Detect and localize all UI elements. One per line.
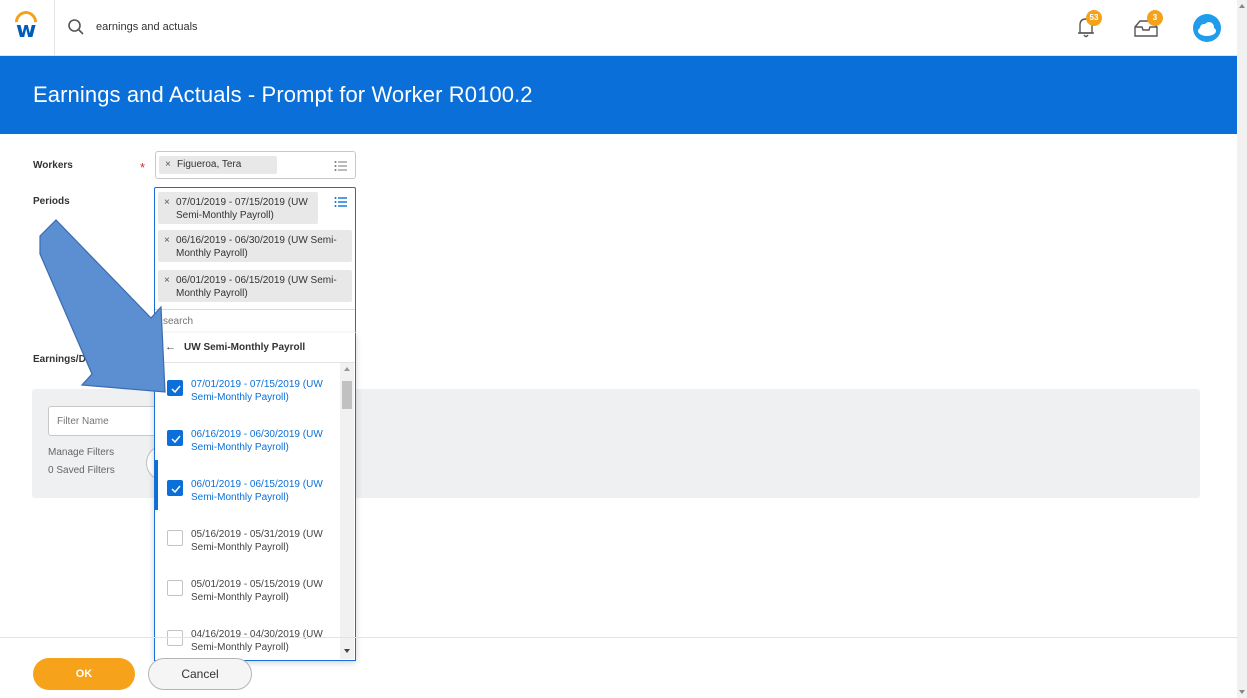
remove-period-icon[interactable]: ×	[164, 274, 170, 287]
required-indicator: *	[140, 160, 146, 175]
period-option[interactable]: 05/01/2019 - 05/15/2019 (UW Semi-Monthly…	[155, 570, 341, 620]
option-checkbox[interactable]	[167, 630, 183, 646]
earnings-deductions-label: Earnings/Deduct	[33, 354, 113, 365]
periods-label: Periods	[33, 196, 70, 207]
page-scrollbar[interactable]	[1237, 0, 1247, 698]
scroll-up-icon[interactable]	[344, 367, 350, 371]
workers-field[interactable]: × Figueroa, Tera	[155, 151, 356, 179]
option-checkbox[interactable]	[167, 580, 183, 596]
list-icon[interactable]	[334, 196, 348, 208]
worker-pill-label: Figueroa, Tera	[177, 159, 242, 170]
manage-filters-link[interactable]: Manage Filters	[48, 447, 114, 458]
period-pill: × 07/01/2019 - 07/15/2019 (UW Semi-Month…	[158, 192, 318, 224]
option-checkbox[interactable]	[167, 530, 183, 546]
notifications-button[interactable]: 53	[1072, 10, 1102, 42]
remove-period-icon[interactable]: ×	[164, 196, 170, 209]
option-checkbox[interactable]	[167, 430, 183, 446]
footer-divider	[0, 637, 1237, 638]
cancel-button[interactable]: Cancel	[148, 658, 252, 690]
cloud-avatar-icon[interactable]	[1193, 14, 1221, 42]
periods-field[interactable]: × 07/01/2019 - 07/15/2019 (UW Semi-Month…	[154, 187, 356, 333]
period-option-label: 04/16/2019 - 04/30/2019 (UW Semi-Monthly…	[191, 629, 323, 653]
back-arrow-icon[interactable]: ←	[165, 341, 176, 353]
periods-dropdown: ← UW Semi-Monthly Payroll 07/01/2019 - 0…	[154, 333, 356, 661]
list-icon[interactable]	[334, 160, 348, 172]
search-input[interactable]	[96, 17, 496, 37]
remove-period-icon[interactable]: ×	[164, 234, 170, 247]
period-option[interactable]: 05/16/2019 - 05/31/2019 (UW Semi-Monthly…	[155, 520, 341, 570]
check-icon	[171, 485, 181, 494]
period-option-label: 06/16/2019 - 06/30/2019 (UW Semi-Monthly…	[191, 429, 323, 453]
period-pill-label: 07/01/2019 - 07/15/2019 (UW Semi-Monthly…	[176, 197, 308, 221]
period-pill: × 06/16/2019 - 06/30/2019 (UW Semi-Month…	[158, 230, 352, 262]
saved-filters-count: 0 Saved Filters	[48, 465, 115, 476]
period-option[interactable]: 04/16/2019 - 04/30/2019 (UW Semi-Monthly…	[155, 620, 341, 660]
period-option-label: 06/01/2019 - 06/15/2019 (UW Semi-Monthly…	[191, 479, 323, 503]
period-option-label: 05/16/2019 - 05/31/2019 (UW Semi-Monthly…	[191, 529, 323, 553]
period-option-label: 07/01/2019 - 07/15/2019 (UW Semi-Monthly…	[191, 379, 323, 403]
period-option-label: 05/01/2019 - 05/15/2019 (UW Semi-Monthly…	[191, 579, 323, 603]
header-divider	[54, 0, 55, 56]
title-banner: Earnings and Actuals - Prompt for Worker…	[0, 56, 1237, 134]
workday-logo-icon[interactable]: w	[10, 6, 42, 46]
dropdown-header[interactable]: ← UW Semi-Monthly Payroll	[155, 333, 355, 363]
workers-label: Workers	[33, 160, 73, 171]
check-icon	[171, 435, 181, 444]
top-header: w 53 3	[0, 0, 1237, 56]
notifications-badge: 53	[1086, 10, 1102, 26]
period-pill-label: 06/01/2019 - 06/15/2019 (UW Semi-Monthly…	[176, 275, 337, 299]
inbox-badge: 3	[1147, 10, 1163, 26]
remove-worker-icon[interactable]: ×	[165, 158, 171, 171]
option-checkbox[interactable]	[167, 480, 183, 496]
ok-button[interactable]: OK	[33, 658, 135, 690]
period-pill: × 06/01/2019 - 06/15/2019 (UW Semi-Month…	[158, 270, 352, 302]
period-option[interactable]: 07/01/2019 - 07/15/2019 (UW Semi-Monthly…	[155, 370, 341, 420]
option-checkbox[interactable]	[167, 380, 183, 396]
check-icon	[171, 385, 181, 394]
dropdown-title: UW Semi-Monthly Payroll	[184, 342, 306, 353]
scroll-thumb[interactable]	[342, 381, 352, 409]
periods-search-input[interactable]	[155, 309, 355, 333]
worker-pill: × Figueroa, Tera	[159, 156, 277, 174]
period-pill-label: 06/16/2019 - 06/30/2019 (UW Semi-Monthly…	[176, 235, 337, 259]
page-title: Earnings and Actuals - Prompt for Worker…	[33, 82, 533, 107]
period-option[interactable]: 06/01/2019 - 06/15/2019 (UW Semi-Monthly…	[155, 470, 341, 520]
search-icon	[68, 19, 84, 35]
inbox-button[interactable]: 3	[1131, 10, 1163, 42]
period-option[interactable]: 06/16/2019 - 06/30/2019 (UW Semi-Monthly…	[155, 420, 341, 470]
scroll-down-icon[interactable]	[344, 649, 350, 653]
dropdown-scrollbar[interactable]	[340, 363, 354, 659]
